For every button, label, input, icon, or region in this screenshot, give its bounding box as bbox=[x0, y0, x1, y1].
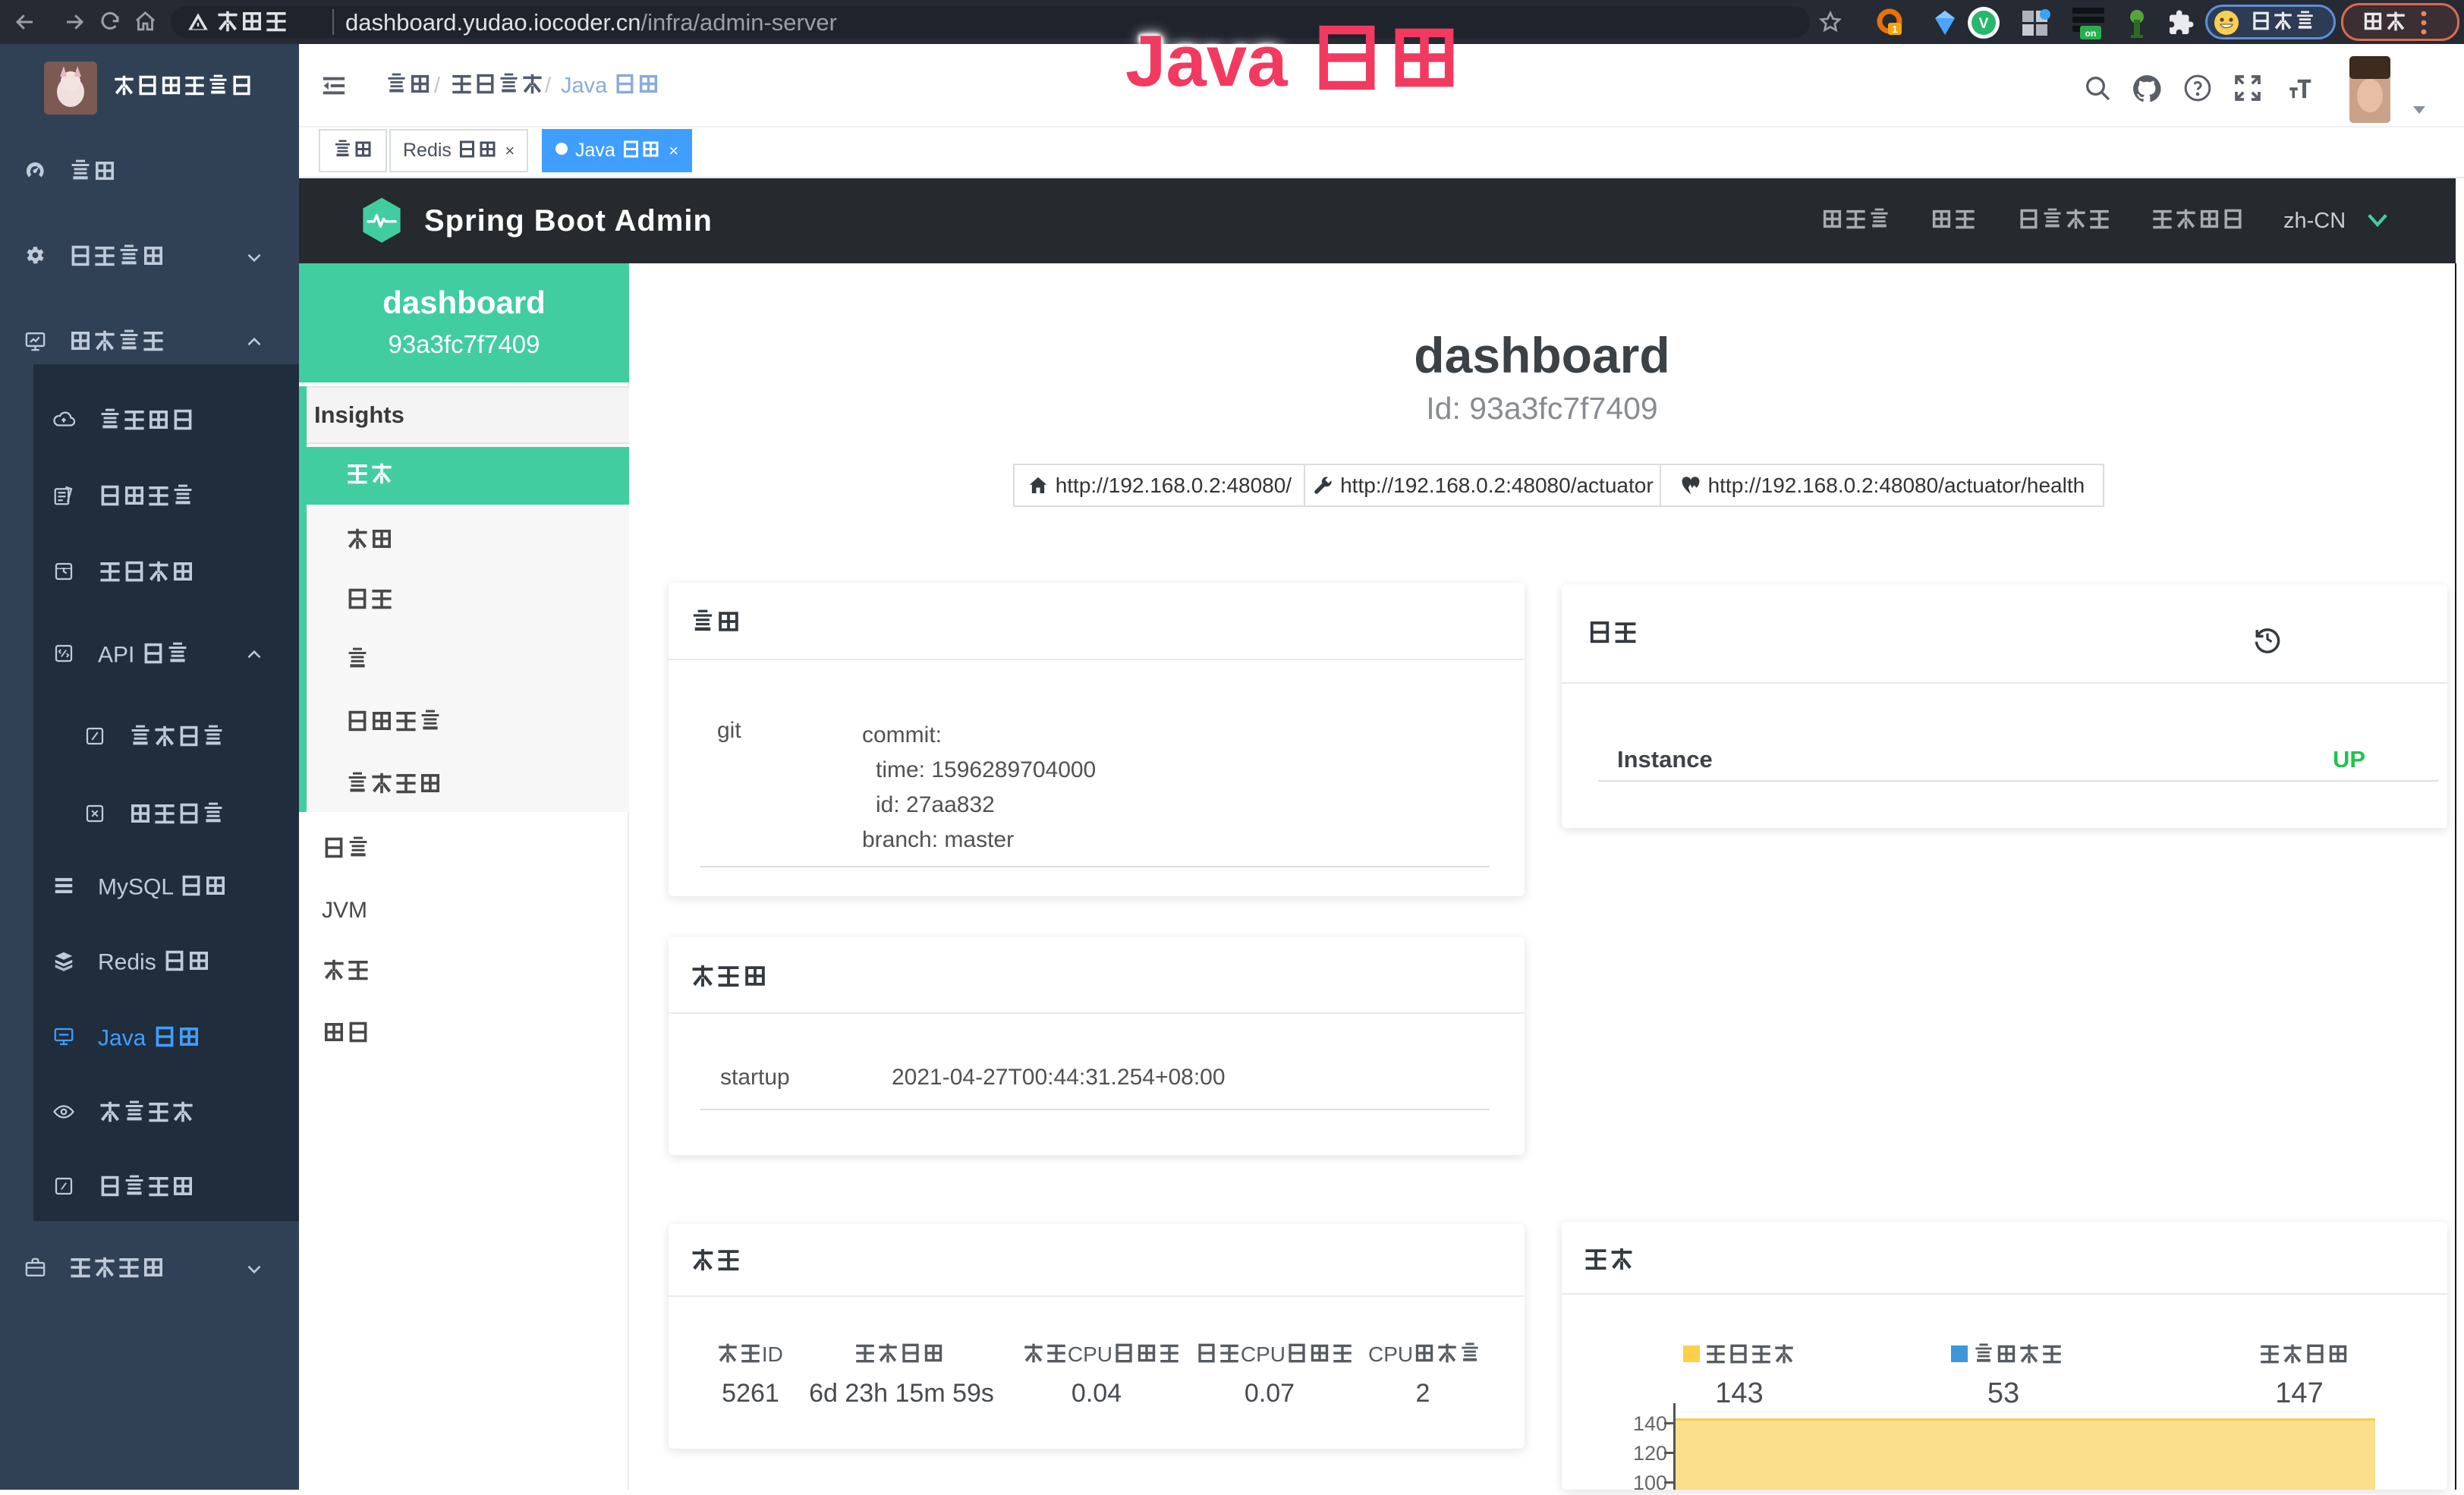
svg-text:V: V bbox=[1979, 16, 1989, 32]
svg-text:1: 1 bbox=[1892, 24, 1897, 35]
svg-text:on: on bbox=[2085, 28, 2097, 39]
